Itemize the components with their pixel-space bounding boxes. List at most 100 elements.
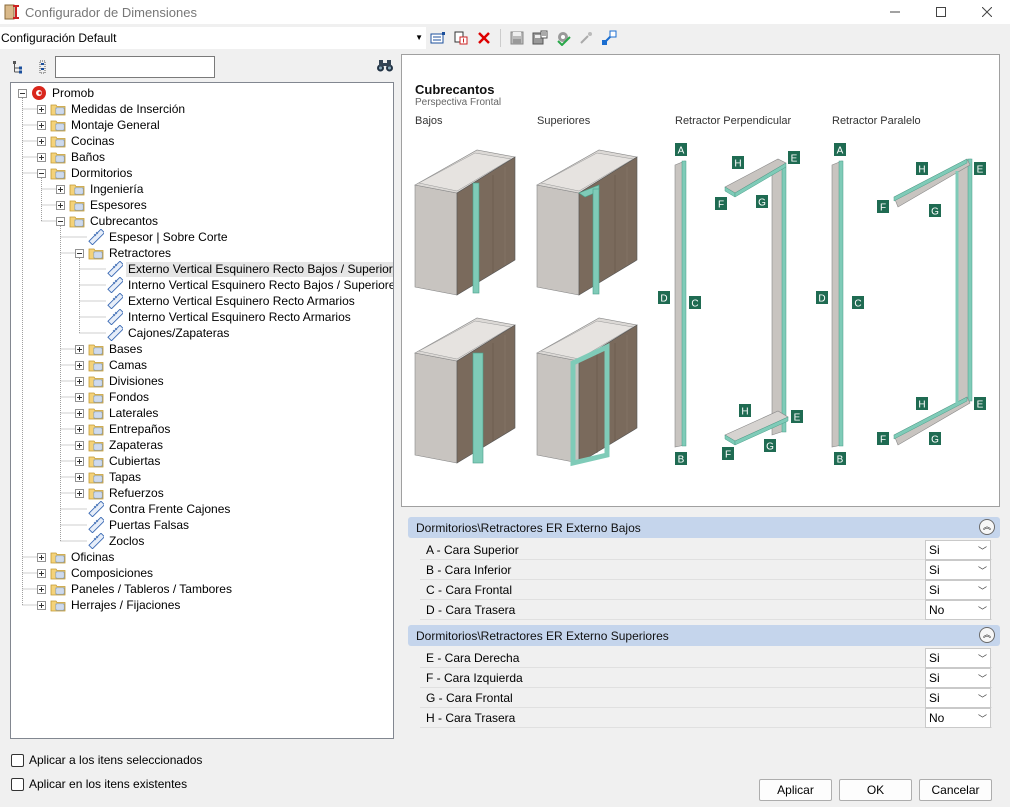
save-button[interactable] (507, 28, 527, 48)
tree-item[interactable]: Cubiertas (75, 453, 162, 469)
tree-item[interactable]: Refuerzos (75, 485, 166, 501)
expand-toggle[interactable] (37, 152, 46, 162)
collapse-toggle[interactable] (75, 248, 84, 258)
expand-toggle[interactable] (75, 440, 84, 450)
collapse-toggle[interactable] (18, 88, 27, 98)
delete-configuration-button[interactable] (474, 28, 494, 48)
tree-item[interactable]: Promob (18, 85, 96, 101)
tree-item[interactable]: Oficinas (37, 549, 116, 565)
collapse-group-button[interactable]: ︽ (979, 519, 995, 535)
export-button[interactable] (530, 28, 550, 48)
chevron-down-icon: ﹀ (977, 586, 987, 596)
apply-existing-checkbox[interactable]: Aplicar en los itens existentes (11, 777, 187, 791)
tree-item[interactable]: Cajones/Zapateras (94, 325, 231, 341)
group-header-superiores[interactable]: Dormitorios\Retractores ER Externo Super… (408, 625, 1000, 646)
expand-toggle[interactable] (75, 472, 84, 482)
edit-configuration-button[interactable] (428, 28, 448, 48)
tree-item[interactable]: Ingeniería (56, 181, 145, 197)
tree-item[interactable]: Baños (37, 149, 107, 165)
tree-item[interactable]: Herrajes / Fijaciones (37, 597, 182, 613)
expand-toggle[interactable] (75, 376, 84, 386)
tree-item[interactable]: Zoclos (75, 533, 146, 549)
apply-settings-button[interactable] (553, 28, 573, 48)
tree-item[interactable]: Divisiones (75, 373, 166, 389)
property-value-select[interactable]: Si ﹀ (925, 540, 991, 560)
checkbox-box[interactable] (11, 753, 24, 767)
collapse-toggle[interactable] (56, 216, 65, 226)
property-value-select[interactable]: No ﹀ (925, 708, 991, 728)
tree-item[interactable]: Externo Vertical Esquinero Recto Bajos /… (94, 261, 393, 277)
minimize-button[interactable] (872, 0, 918, 24)
collapse-toggle[interactable] (37, 168, 46, 178)
close-window-button[interactable] (964, 0, 1010, 24)
expand-toggle[interactable] (75, 392, 84, 402)
property-value-select[interactable]: Si ﹀ (925, 648, 991, 668)
property-value-select[interactable]: Si ﹀ (925, 560, 991, 580)
expand-toggle[interactable] (75, 344, 84, 354)
expand-toggle[interactable] (37, 104, 46, 114)
tree-item[interactable]: Contra Frente Cajones (75, 501, 232, 517)
category-tree[interactable]: Promob Medidas de Inserción Montaje Genera… (10, 82, 394, 739)
expand-toggle[interactable] (75, 456, 84, 466)
expand-toggle[interactable] (37, 552, 46, 562)
expand-toggle[interactable] (75, 488, 84, 498)
expand-toggle[interactable] (75, 360, 84, 370)
ok-button[interactable]: OK (839, 779, 912, 801)
expand-toggle[interactable] (37, 120, 46, 130)
property-value-select[interactable]: Si ﹀ (925, 668, 991, 688)
tree-item[interactable]: Paneles / Tableros / Tambores (37, 581, 234, 597)
tree-item[interactable]: Zapateras (75, 437, 165, 453)
tree-item[interactable]: Camas (75, 357, 149, 373)
link-tool-button[interactable] (599, 28, 619, 48)
checkbox-box[interactable] (11, 777, 24, 791)
apply-selected-checkbox[interactable]: Aplicar a los itens seleccionados (11, 753, 202, 767)
tree-item[interactable]: Tapas (75, 469, 143, 485)
tree-item[interactable]: Interno Vertical Esquinero Recto Bajos /… (94, 277, 393, 293)
apply-button[interactable]: Aplicar (759, 779, 832, 801)
collapse-group-button[interactable]: ︽ (979, 627, 995, 643)
folder-icon (50, 168, 66, 180)
tree-item[interactable]: Entrepaños (75, 421, 172, 437)
tree-item[interactable]: Puertas Falsas (75, 517, 191, 533)
property-value: Si (929, 563, 940, 577)
expand-all-button[interactable] (10, 58, 28, 76)
export-icon (532, 30, 548, 45)
tree-item[interactable]: Fondos (75, 389, 151, 405)
configuration-select[interactable]: Configuración Default ▼ (0, 27, 426, 49)
tree-item[interactable]: Laterales (75, 405, 160, 421)
disabled-tool-button[interactable] (576, 28, 596, 48)
expand-toggle[interactable] (37, 584, 46, 594)
find-button[interactable] (376, 58, 394, 76)
tree-item[interactable]: Externo Vertical Esquinero Recto Armario… (94, 293, 357, 309)
tree-item[interactable]: Medidas de Inserción (37, 101, 187, 117)
tree-item[interactable]: Composiciones (37, 565, 155, 581)
tree-collapse-icon (39, 60, 46, 74)
tree-item[interactable]: Espesores (56, 197, 149, 213)
ruler-item-icon (88, 501, 104, 517)
expand-toggle[interactable] (75, 408, 84, 418)
tree-item[interactable]: Cocinas (37, 133, 116, 149)
new-configuration-button[interactable] (451, 28, 471, 48)
tree-item[interactable]: Montaje General (37, 117, 162, 133)
collapse-all-button[interactable] (34, 58, 52, 76)
expand-toggle[interactable] (37, 600, 46, 610)
expand-toggle[interactable] (75, 424, 84, 434)
tree-item[interactable]: Espesor | Sobre Corte (75, 229, 230, 245)
expand-toggle[interactable] (37, 568, 46, 578)
property-value-select[interactable]: Si ﹀ (925, 580, 991, 600)
group-header-bajos[interactable]: Dormitorios\Retractores ER Externo Bajos… (408, 517, 1000, 538)
tree-item[interactable]: Bases (75, 341, 144, 357)
tree-item[interactable]: Cubrecantos (56, 213, 160, 229)
folder-icon (50, 152, 66, 164)
expand-toggle[interactable] (56, 184, 65, 194)
tree-search-input[interactable] (55, 56, 215, 78)
property-value-select[interactable]: No ﹀ (925, 600, 991, 620)
expand-toggle[interactable] (37, 136, 46, 146)
maximize-button[interactable] (918, 0, 964, 24)
cancel-button[interactable]: Cancelar (919, 779, 992, 801)
tree-item[interactable]: Retractores (75, 245, 173, 261)
tree-item[interactable]: Dormitorios (37, 165, 134, 181)
expand-toggle[interactable] (56, 200, 65, 210)
property-value-select[interactable]: Si ﹀ (925, 688, 991, 708)
tree-item[interactable]: Interno Vertical Esquinero Recto Armario… (94, 309, 353, 325)
